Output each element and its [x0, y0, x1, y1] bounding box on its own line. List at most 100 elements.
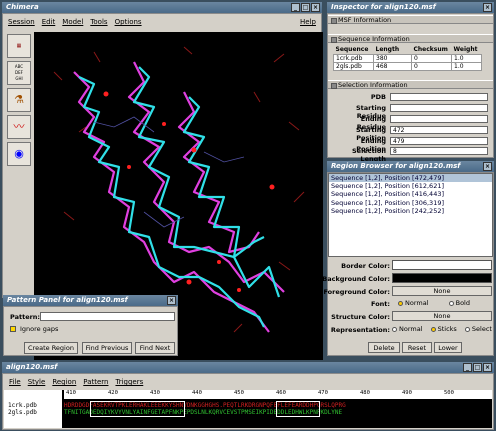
region-browser-titlebar[interactable]: Region Browser for align120.msf × — [327, 161, 494, 172]
cell[interactable]: 1crk.pdb — [333, 53, 374, 63]
col-checksum: Checksum — [413, 45, 448, 53]
font-label: Font: — [371, 300, 390, 308]
font-bold-radio[interactable] — [448, 300, 454, 306]
font-normal-radio[interactable] — [398, 300, 403, 306]
structure-color-button[interactable]: None — [392, 311, 492, 321]
menu-model[interactable]: Model — [62, 16, 83, 28]
repr-sticks-label: Sticks — [437, 325, 457, 333]
ruler-tick: 440 — [192, 390, 202, 396]
representation-options: Normal Sticks Select — [386, 325, 492, 333]
minimize-icon[interactable]: _ — [463, 363, 472, 372]
list-item[interactable]: Sequence [1,2], Position [306,319] — [329, 199, 492, 207]
chimera-titlebar[interactable]: Chimera _ □ × — [2, 2, 322, 13]
ruler-tick: 460 — [276, 390, 286, 396]
chimera-title: Chimera — [6, 3, 39, 11]
repr-select-radio[interactable] — [464, 326, 470, 332]
region-list[interactable]: Sequence [1,2], Position [472,479] Seque… — [328, 173, 493, 257]
foreground-color-label: Foreground Color: — [323, 288, 391, 296]
chimera-toolbar: ▦ ABC DEF GHI ⚗ 〰 ◉ — [4, 32, 34, 232]
ruler-tick: 480 — [360, 390, 370, 396]
sel-info-header[interactable]: Selection Information — [328, 80, 493, 89]
close-icon[interactable]: × — [483, 162, 492, 171]
find-next-button[interactable]: Find Next — [135, 342, 175, 354]
maximize-icon[interactable]: □ — [473, 363, 482, 372]
pattern-panel: Pattern: Ignore gaps Create Region Find … — [3, 306, 178, 356]
selection-length-field[interactable]: 8 — [390, 147, 488, 155]
ignore-gaps-label: Ignore gaps — [20, 325, 59, 333]
align-menubar: File Style Region Pattern Triggers — [4, 376, 143, 388]
menu-help[interactable]: Help — [300, 16, 316, 28]
starting-residue-field[interactable] — [390, 104, 488, 112]
repr-normal-radio[interactable] — [392, 326, 397, 332]
menu-pattern[interactable]: Pattern — [83, 376, 108, 388]
graph-tool-icon[interactable]: 〰 — [7, 115, 31, 139]
cell[interactable]: 0 — [411, 61, 452, 71]
create-region-button[interactable]: Create Region — [24, 342, 78, 354]
pattern-panel-titlebar[interactable]: Pattern Panel for align120.msf × — [3, 295, 178, 306]
list-item[interactable]: Sequence [1,2], Position [472,479] — [329, 174, 492, 183]
background-color-swatch[interactable] — [392, 273, 492, 283]
inspector-titlebar[interactable]: Inspector for align120.msf × — [327, 2, 494, 13]
seq-info-header[interactable]: Sequence Information — [328, 34, 493, 43]
close-icon[interactable]: × — [483, 3, 492, 12]
foreground-color-button[interactable]: None — [392, 286, 492, 296]
cell[interactable]: 1.0 — [451, 61, 482, 71]
menu-session[interactable]: Session — [8, 16, 35, 28]
pattern-input[interactable] — [40, 312, 175, 321]
sequence-table: Sequence Length Checksum Weight 1crk.pdb… — [333, 45, 482, 71]
find-previous-button[interactable]: Find Previous — [82, 342, 132, 354]
menu-triggers[interactable]: Triggers — [115, 376, 143, 388]
ignore-gaps-checkbox[interactable] — [10, 326, 16, 332]
minimize-icon[interactable]: _ — [291, 3, 300, 12]
region-box[interactable] — [276, 401, 320, 417]
close-icon[interactable]: × — [167, 296, 176, 305]
maximize-icon[interactable]: □ — [301, 3, 310, 12]
menu-region[interactable]: Region — [52, 376, 76, 388]
pdb-label: PDB — [370, 93, 386, 101]
region-box[interactable] — [90, 401, 185, 417]
font-bold-label: Bold — [455, 299, 470, 307]
menu-file[interactable]: File — [9, 376, 21, 388]
repr-sticks-radio[interactable] — [430, 326, 436, 332]
cell[interactable]: 1.0 — [451, 53, 482, 63]
cell[interactable]: 380 — [373, 53, 412, 63]
menu-options[interactable]: Options — [115, 16, 142, 28]
lower-button[interactable]: Lower — [434, 342, 462, 353]
cell[interactable]: 2gls.pdb — [333, 61, 374, 71]
cell[interactable]: 468 — [373, 61, 412, 71]
seq-viewer-tool-icon[interactable]: ▦ — [7, 34, 31, 58]
close-icon[interactable]: × — [311, 3, 320, 12]
align-titlebar[interactable]: align120.msf _ □ × — [2, 362, 494, 373]
menu-style[interactable]: Style — [28, 376, 46, 388]
position-ruler: 410 420 430 440 450 460 470 480 490 500 — [64, 390, 492, 399]
eye-tool-icon[interactable]: ◉ — [7, 142, 31, 166]
reset-button[interactable]: Reset — [402, 342, 432, 353]
msf-info-header[interactable]: MSF Information — [328, 15, 493, 24]
attributes-tool-icon[interactable]: ABC DEF GHI — [7, 61, 31, 85]
vial-tool-icon[interactable]: ⚗ — [7, 88, 31, 112]
representation-label: Representation: — [330, 326, 390, 334]
ruler-tick: 450 — [234, 390, 244, 396]
table-row: 1crk.pdb 380 0 1.0 — [333, 53, 482, 63]
pattern-label: Pattern: — [10, 313, 41, 321]
ruler-tick: 420 — [108, 390, 118, 396]
table-row: 2gls.pdb 468 0 1.0 — [333, 61, 482, 71]
ending-residue-field[interactable] — [390, 115, 488, 123]
ruler-tick: 500 — [444, 390, 454, 396]
list-item[interactable]: Sequence [1,2], Position [242,252] — [329, 207, 492, 215]
cell[interactable]: 0 — [411, 53, 452, 63]
pdb-field[interactable] — [390, 93, 488, 101]
list-item[interactable]: Sequence [1,2], Position [416,443] — [329, 190, 492, 198]
starting-position-field[interactable]: 472 — [390, 126, 488, 134]
menu-edit[interactable]: Edit — [42, 16, 56, 28]
list-item[interactable]: Sequence [1,2], Position [612,621] — [329, 182, 492, 190]
ending-position-field[interactable]: 479 — [390, 137, 488, 145]
inspector-title: Inspector for align120.msf — [331, 3, 436, 11]
region-browser-title: Region Browser for align120.msf — [331, 162, 461, 170]
menu-tools[interactable]: Tools — [90, 16, 107, 28]
structure-color-label: Structure Color: — [331, 313, 390, 321]
close-icon[interactable]: × — [483, 363, 492, 372]
border-color-swatch[interactable] — [392, 260, 492, 270]
delete-button[interactable]: Delete — [368, 342, 400, 353]
sequence-alignment-view[interactable]: 1crk.pdb 2gls.pdb 410 420 430 440 450 46… — [4, 390, 492, 428]
